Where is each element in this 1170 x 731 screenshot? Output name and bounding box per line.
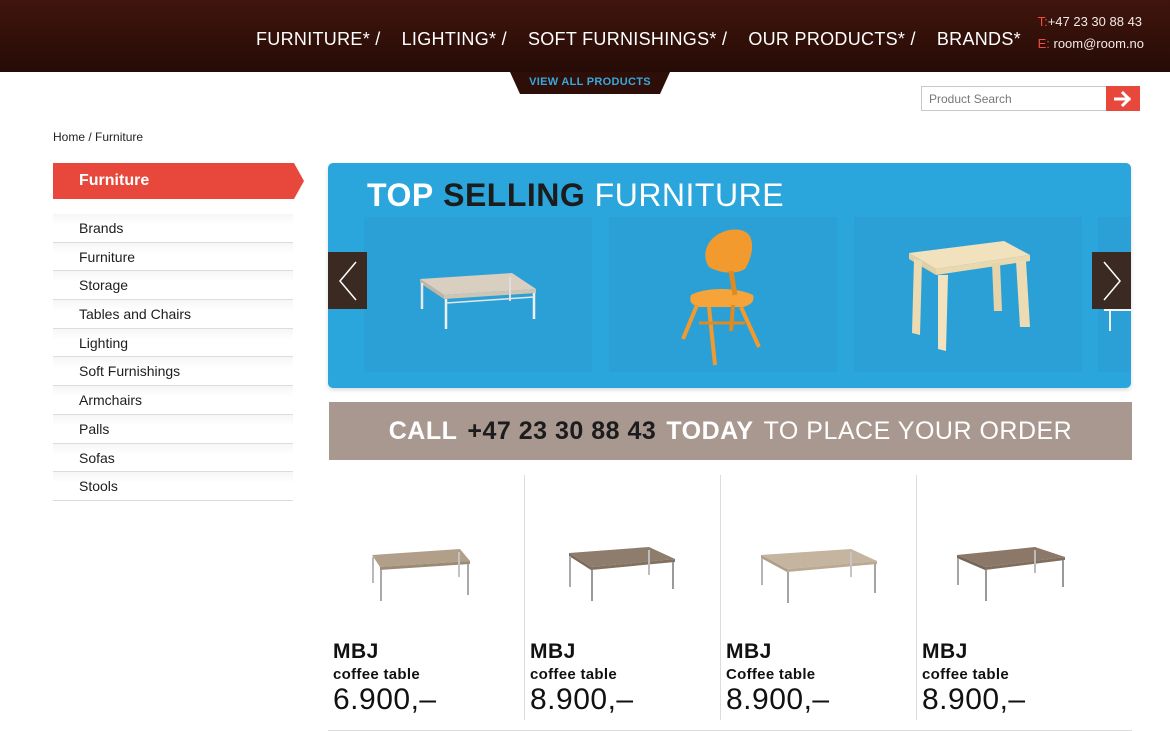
nav-brands[interactable]: BRANDS* — [937, 29, 1021, 50]
carousel-title-top: TOP — [367, 177, 434, 213]
carousel-slide-orange-chair[interactable] — [609, 217, 837, 372]
sidebar-item-brands[interactable]: Brands — [53, 214, 293, 243]
sidebar-item-furniture[interactable]: Furniture — [53, 242, 293, 272]
main-nav: FURNITURE* / LIGHTING* / SOFT FURNISHING… — [256, 29, 1021, 50]
sidebar-heading: Furniture — [53, 163, 304, 199]
sidebar-item-storage[interactable]: Storage — [53, 271, 293, 301]
product-brand: MBJ — [530, 640, 576, 663]
product-card[interactable]: MBJ coffee table 8.900,– — [916, 475, 1112, 720]
sidebar-item-armchairs[interactable]: Armchairs — [53, 386, 293, 415]
sidebar-item-palls[interactable]: Palls — [53, 414, 293, 444]
nav-lighting[interactable]: LIGHTING* / — [402, 29, 507, 50]
arrow-right-icon — [1114, 90, 1132, 107]
phone-number: +47 23 30 88 43 — [1047, 14, 1143, 29]
product-brand: MBJ — [726, 640, 772, 663]
email-address: room@room.no — [1053, 36, 1144, 51]
wooden-table-image — [909, 241, 1030, 351]
contact-phone[interactable]: T:+47 23 30 88 43 — [1038, 11, 1144, 33]
search-button[interactable] — [1106, 86, 1140, 111]
phone-key: T: — [1037, 14, 1048, 29]
product-brand: MBJ — [333, 640, 379, 663]
call-number[interactable]: +47 23 30 88 43 — [467, 417, 656, 446]
view-all-products-link[interactable]: VIEW ALL PRODUCTS — [510, 76, 670, 88]
sidebar-item-sofas[interactable]: Sofas — [53, 443, 293, 473]
coffee-table-image — [420, 273, 536, 329]
email-key: E: — [1037, 36, 1050, 51]
nav-furniture[interactable]: FURNITURE* / — [256, 29, 381, 50]
call-rest: TO PLACE YOUR ORDER — [763, 416, 1073, 445]
sidebar-item-lighting[interactable]: Lighting — [53, 328, 293, 358]
sidebar-item-stools[interactable]: Stools — [53, 472, 293, 501]
carousel-next-button[interactable] — [1092, 252, 1131, 309]
breadcrumb: Home / Furniture — [53, 130, 143, 144]
product-grid: MBJ coffee table 6.900,– MBJ coffee tabl… — [328, 475, 1132, 731]
product-card[interactable]: MBJ Coffee table 8.900,– — [720, 475, 916, 720]
product-type: Coffee table — [726, 666, 816, 683]
nav-soft-furnishings[interactable]: SOFT FURNISHINGS* / — [528, 29, 727, 50]
product-image — [569, 547, 675, 601]
site-header: FURNITURE* / LIGHTING* / SOFT FURNISHING… — [0, 0, 1170, 72]
call-banner: CALL +47 23 30 88 43 TODAY TO PLACE YOUR… — [329, 402, 1132, 460]
call-today: TODAY — [666, 416, 754, 445]
sidebar-item-tables-and-chairs[interactable]: Tables and Chairs — [53, 300, 293, 329]
carousel-prev-button[interactable] — [328, 252, 367, 309]
breadcrumb-home[interactable]: Home — [53, 130, 85, 144]
product-image — [372, 549, 470, 601]
chair-image — [681, 229, 761, 366]
product-price: 8.900,– — [530, 683, 634, 716]
carousel-slide-wooden-table[interactable] — [854, 217, 1082, 372]
product-brand: MBJ — [922, 640, 968, 663]
product-price: 8.900,– — [922, 683, 1026, 716]
top-selling-carousel: TOP SELLING FURNITURE — [328, 163, 1131, 388]
breadcrumb-current[interactable]: Furniture — [95, 130, 143, 144]
product-price: 8.900,– — [726, 683, 830, 716]
contact-email[interactable]: E: room@room.no — [1038, 33, 1144, 55]
carousel-title-selling: SELLING — [443, 177, 586, 213]
nav-our-products[interactable]: OUR PRODUCTS* / — [748, 29, 916, 50]
sidebar-heading-label: Furniture — [79, 172, 150, 189]
product-image — [957, 547, 1065, 601]
product-search — [921, 86, 1140, 111]
sidebar-menu: Brands Furniture Storage Tables and Chai… — [53, 214, 293, 501]
contact-info: T:+47 23 30 88 43 E: room@room.no — [1038, 11, 1144, 55]
carousel-slide-coffee-table[interactable] — [364, 217, 592, 372]
page: FURNITURE* / LIGHTING* / SOFT FURNISHING… — [0, 0, 1170, 731]
chevron-left-icon — [338, 261, 357, 300]
product-type: coffee table — [530, 666, 617, 683]
product-type: coffee table — [922, 666, 1009, 683]
view-all-products-tab[interactable]: VIEW ALL PRODUCTS — [510, 72, 670, 94]
sidebar-item-soft-furnishings[interactable]: Soft Furnishings — [53, 357, 293, 387]
call-word: CALL — [388, 416, 458, 445]
carousel-title-furniture: FURNITURE — [594, 177, 785, 213]
chevron-right-icon — [1102, 261, 1121, 300]
product-price: 6.900,– — [333, 683, 437, 716]
product-card[interactable]: MBJ coffee table 6.900,– — [328, 475, 524, 720]
product-image — [761, 549, 877, 603]
product-type: coffee table — [333, 666, 420, 683]
carousel-title: TOP SELLING FURNITURE — [367, 177, 784, 214]
breadcrumb-separator: / — [85, 130, 96, 144]
product-card[interactable]: MBJ coffee table 8.900,– — [524, 475, 720, 720]
search-input[interactable] — [921, 86, 1107, 111]
